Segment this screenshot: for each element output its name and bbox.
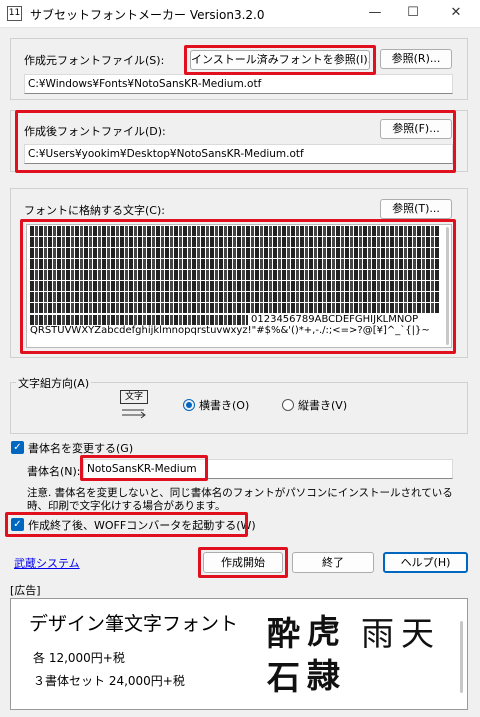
ad-sample-char: 石 [267,658,300,697]
woff-checkbox-label: 作成終了後、WOFFコンバータを起動する(W) [28,519,256,532]
glyph-row [30,315,248,325]
source-font-label: 作成元フォントファイル(S): [24,54,165,67]
maximize-icon[interactable]: ☐ [393,0,433,28]
horizontal-radio[interactable] [183,399,195,411]
rename-note: 注意. 書体名を変更しないと、同じ書体名のフォントがパソコンにインストールされて… [27,487,453,512]
help-button[interactable]: ヘルプ(H) [383,552,468,573]
glyph-row [30,237,439,247]
musashi-system-link[interactable]: 武蔵システム [14,555,80,571]
chars-label: フォントに格納する文字(C): [24,204,165,217]
text-direction-icon: 文字 [118,390,150,422]
minimize-icon[interactable]: — [355,0,395,28]
glyph-row [30,303,439,313]
rename-checkbox[interactable]: ✓ [11,441,24,454]
output-browse-button[interactable]: 参照(F)... [380,119,452,139]
glyph-row [30,259,439,269]
glyph-row [30,226,439,236]
exit-button[interactable]: 終了 [292,552,374,573]
source-browse-button[interactable]: 参照(R)... [380,49,452,69]
ad-scrollbar[interactable] [460,621,463,693]
ad-sample-char: 虎 [307,612,340,651]
ascii-line-1: 0123456789ABCDEFGHIJKLMNOP [251,314,419,325]
source-font-path-field[interactable]: C:¥Windows¥Fonts¥NotoSansKR-Medium.otf [24,74,453,94]
font-name-field[interactable]: NotoSansKR-Medium [83,459,453,479]
glyph-row [30,292,439,302]
app-icon: 11 [7,6,22,21]
ad-banner[interactable]: デザイン筆文字フォント 各 12,000円+税 ３書体セット 24,000円+税… [10,598,468,710]
chars-browse-button[interactable]: 参照(T)... [380,199,452,219]
ad-price-set: ３書体セット 24,000円+税 [33,674,185,688]
vertical-label: 縦書き(V) [298,399,348,412]
close-icon[interactable]: ✕ [436,0,476,28]
output-font-label: 作成後フォントファイル(D): [24,125,166,138]
ad-sample-char: 酔 [267,614,300,653]
glyph-row [30,248,439,258]
ad-sample-char: 隷 [307,656,340,695]
scrollbar[interactable] [446,227,449,345]
ascii-line-2: QRSTUVWXYZabcdefghijklmnopqrstuvwxyz!"#$… [30,325,430,336]
horizontal-label: 横書き(O) [199,399,250,412]
ad-title: デザイン筆文字フォント [29,613,239,635]
title-bar: 11 サブセットフォントメーカー Version3.2.0 — ☐ ✕ [0,0,480,28]
glyph-row [30,281,439,291]
browse-installed-fonts-button[interactable]: インストール済みフォントを参照(I)... [190,50,370,70]
window-title: サブセットフォントメーカー Version3.2.0 [30,8,265,22]
ad-sample-char: 天 [401,614,434,653]
woff-checkbox[interactable]: ✓ [11,518,24,531]
chars-textarea[interactable]: 0123456789ABCDEFGHIJKLMNOP QRSTUVWXYZabc… [26,224,452,348]
output-font-path-field[interactable]: C:¥Users¥yookim¥Desktop¥NotoSansKR-Mediu… [24,144,453,164]
vertical-radio[interactable] [282,399,294,411]
direction-label: 文字組方向(A) [16,375,92,391]
ad-label: [広告] [10,584,41,597]
ad-price-each: 各 12,000円+税 [33,651,125,665]
start-button[interactable]: 作成開始 [203,552,283,573]
rename-checkbox-label: 書体名を変更する(G) [28,442,134,455]
font-name-label: 書体名(N): [27,465,81,478]
glyph-row [30,270,439,280]
ad-sample-char: 雨 [361,614,394,653]
